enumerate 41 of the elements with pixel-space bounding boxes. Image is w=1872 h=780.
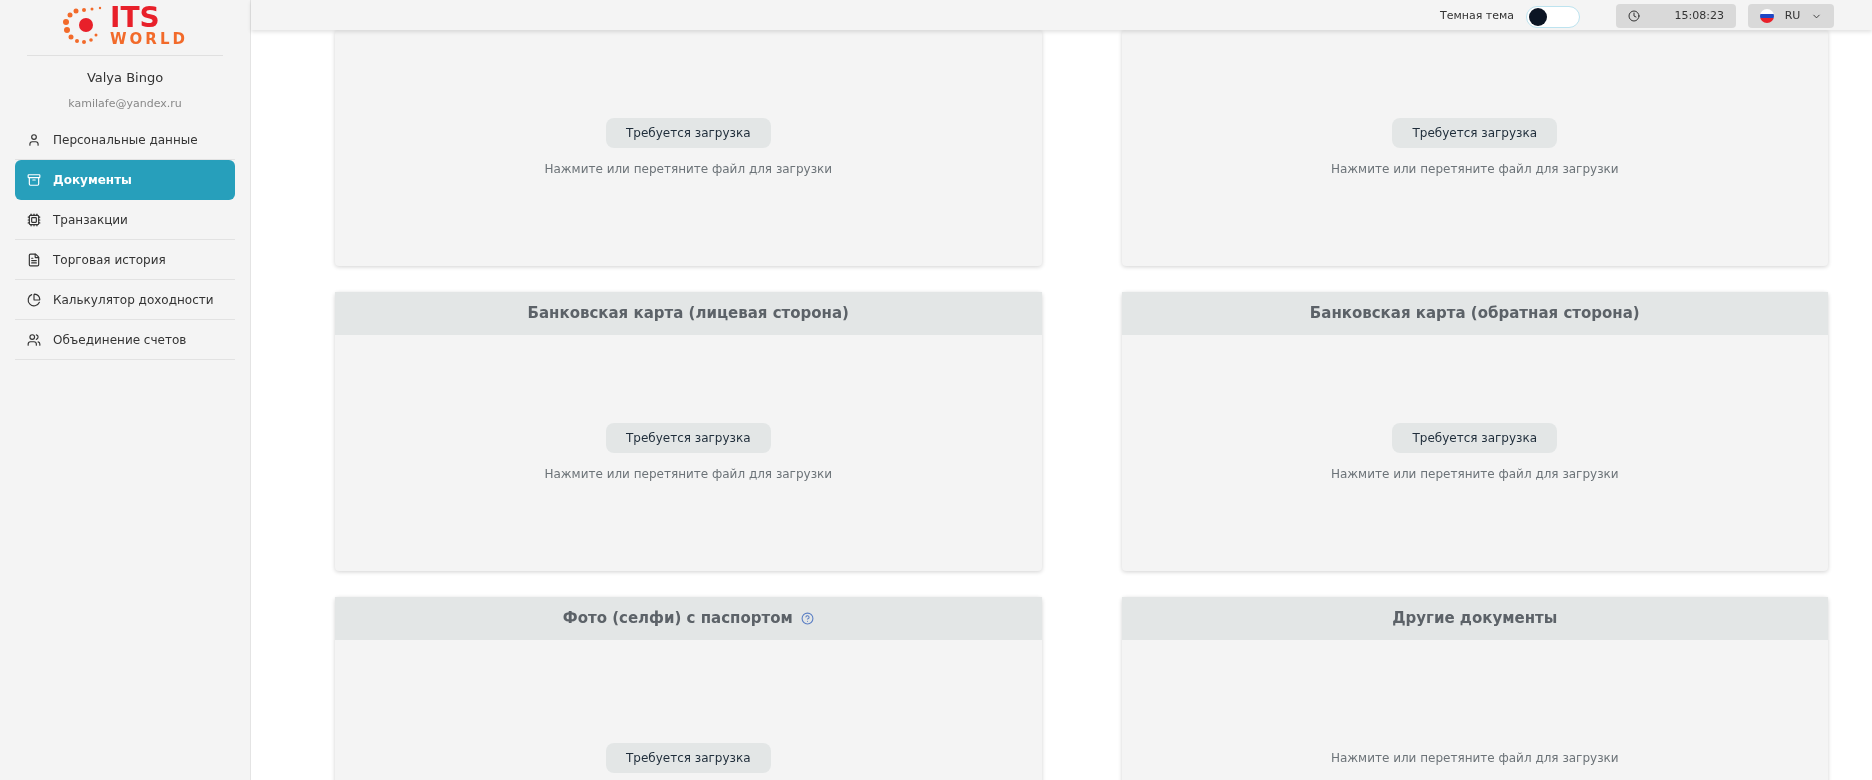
status-badge: Требуется загрузка <box>605 118 771 148</box>
clock-icon <box>1628 10 1640 22</box>
user-icon <box>27 132 41 147</box>
document-card[interactable]: Банковская карта (лицевая сторона) Требуется загрузка Нажмите или перетяните файл для загрузки <box>335 292 1042 571</box>
chip-icon <box>27 212 41 227</box>
document-card[interactable]: Фото (селфи) с паспортом Требуется загрузка <box>335 597 1042 780</box>
upload-hint: Нажмите или перетяните файл для загрузки <box>1330 466 1619 483</box>
document-card[interactable]: Требуется загрузка Нажмите или перетяните файл для загрузки <box>1121 30 1828 266</box>
flag-icon <box>1760 9 1774 23</box>
upload-hint: Нажмите или перетяните файл для загрузки <box>544 466 833 483</box>
logo-text: ITS <box>110 4 160 32</box>
status-badge: Требуется загрузка <box>1392 118 1558 148</box>
user-name: Valya Bingo <box>85 69 165 87</box>
card-title: Другие документы <box>1392 608 1558 630</box>
users-icon <box>27 332 41 347</box>
clock-time: 15:08:23 <box>1674 7 1724 24</box>
document-card[interactable]: Банковская карта (обратная сторона) Требуется загрузка Нажмите или перетяните файл для загрузки <box>1121 292 1828 571</box>
language-select[interactable]: RU <box>1748 4 1834 28</box>
card-title: Банковская карта (обратная сторона) <box>1309 303 1640 325</box>
upload-hint: Нажмите или перетяните файл для загрузки <box>1330 161 1619 178</box>
sidebar-item[interactable]: Объединение счетов <box>15 320 235 360</box>
card-title: Фото (селфи) с паспортом <box>562 608 793 630</box>
sidebar-item[interactable]: Торговая история <box>15 240 235 280</box>
sidebar-item[interactable]: Калькулятор доходности <box>15 280 235 320</box>
theme-toggle[interactable] <box>1526 6 1580 28</box>
pie-chart-icon <box>27 292 41 307</box>
status-badge: Требуется загрузка <box>1392 423 1558 453</box>
logo-subtext: WORLD <box>110 32 188 47</box>
document-card[interactable]: Требуется загрузка Нажмите или перетяните файл для загрузки <box>335 30 1042 266</box>
document-card[interactable]: Другие документы Нажмите или перетяните файл для загрузки <box>1121 597 1828 780</box>
help-icon[interactable] <box>800 612 814 625</box>
card-title: Банковская карта (лицевая сторона) <box>527 303 849 325</box>
theme-label: Темная тема <box>1439 7 1514 24</box>
sidebar-item[interactable]: Транзакции <box>15 200 235 240</box>
archive-icon <box>27 173 41 187</box>
status-badge: Требуется загрузка <box>605 423 771 453</box>
status-badge: Требуется загрузка <box>605 743 771 773</box>
document-icon <box>27 252 41 267</box>
user-email: kamilafe@yandex.ru <box>67 95 183 112</box>
upload-hint: Нажмите или перетяните файл для загрузки <box>544 161 833 178</box>
upload-hint: Нажмите или перетяните файл для загрузки <box>1330 750 1619 767</box>
